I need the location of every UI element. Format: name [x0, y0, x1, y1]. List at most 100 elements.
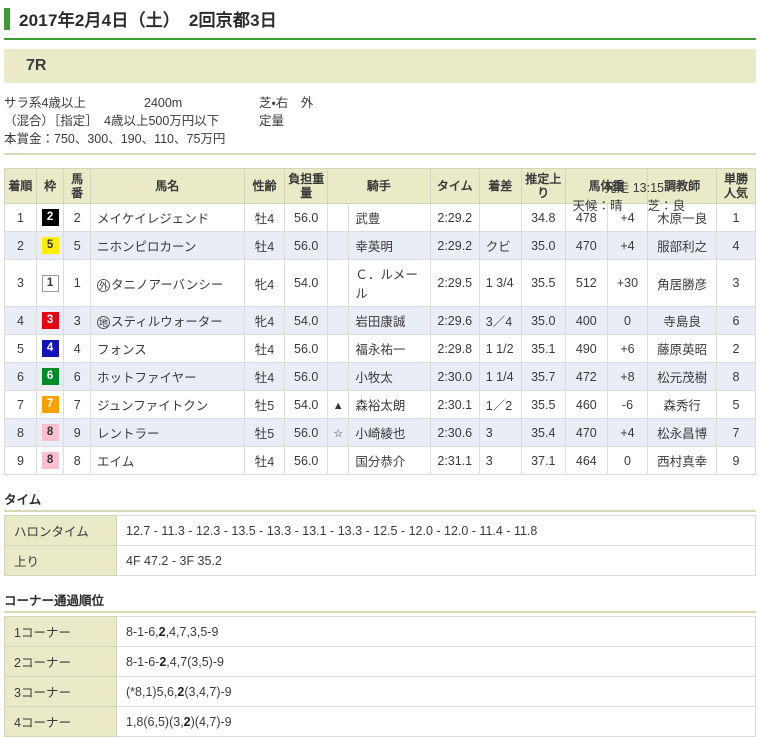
cell-rank: 4	[4, 306, 37, 335]
cell-sex-age: 牡5	[243, 390, 286, 419]
cell-rank: 7	[4, 390, 37, 419]
horse-origin-tag: 地	[97, 316, 110, 330]
cell-jockey[interactable]: 幸英明	[348, 231, 431, 260]
cell-horse-number: 5	[63, 231, 91, 260]
time-section-title: タイム	[4, 489, 756, 512]
corner-row-label: 3コーナー	[4, 676, 117, 707]
cell-last-3f: 35.4	[520, 418, 566, 447]
cell-trainer[interactable]: 服部利之	[647, 231, 718, 260]
header-sex-age: 性齢	[243, 168, 286, 204]
cell-horse-name[interactable]: ニホンピロカーン	[90, 231, 245, 260]
corner-highlight-number: 2	[159, 654, 167, 669]
cell-horse-name[interactable]: 地スティルウォーター	[90, 306, 245, 335]
corner-row: 3コーナー (*8,1)5,6,2(3,4,7)-9	[4, 676, 756, 707]
cell-horse-name[interactable]: レントラー	[90, 418, 245, 447]
cell-carried-weight: 54.0	[284, 390, 328, 419]
cell-jockey-mark: ▲	[326, 390, 350, 419]
table-row: 2 5 5 ニホンピロカーン 牡4 56.0 幸英明 2:29.2 クビ 35.0 470 +4 服部利…	[4, 231, 756, 260]
time-row-value: 4F 47.2 - 3F 35.2	[116, 545, 756, 576]
cell-jockey-mark	[326, 306, 350, 335]
cell-last-3f: 35.1	[520, 334, 566, 363]
corner-row-value: (*8,1)5,6,2(3,4,7)-9	[116, 676, 756, 707]
cell-horse-weight: 400	[564, 306, 608, 335]
cell-last-3f: 34.8	[520, 203, 566, 232]
cell-margin: 1 1/4	[478, 362, 522, 391]
frame-number-chip: 1	[41, 274, 59, 292]
cell-carried-weight: 56.0	[284, 418, 328, 447]
cell-horse-weight-diff: +30	[606, 259, 649, 307]
cell-margin: 1／2	[478, 390, 522, 419]
cell-horse-name[interactable]: ジュンファイトクン	[90, 390, 245, 419]
cell-trainer[interactable]: 森秀行	[647, 390, 718, 419]
cell-jockey[interactable]: 岩田康誠	[348, 306, 431, 335]
cell-jockey[interactable]: 小牧太	[348, 362, 431, 391]
cell-frame: 2	[35, 203, 65, 232]
cell-popularity: 9	[716, 446, 756, 475]
cell-horse-name[interactable]: エイム	[90, 446, 245, 475]
cell-rank: 1	[4, 203, 37, 232]
cell-frame: 7	[35, 390, 65, 419]
cell-horse-name[interactable]: ホットファイヤー	[90, 362, 245, 391]
page-title: 2017年2月4日（土） 2回京都3日	[19, 11, 277, 30]
cell-trainer[interactable]: 松永昌博	[647, 418, 718, 447]
cell-frame: 4	[35, 334, 65, 363]
cell-horse-name[interactable]: 外タニノアーバンシー	[90, 259, 245, 307]
frame-number-chip: 4	[41, 340, 59, 357]
cell-rank: 8	[4, 418, 37, 447]
frame-number-chip: 2	[41, 209, 59, 226]
header-popularity: 単勝人気	[716, 168, 756, 204]
cell-trainer[interactable]: 西村真幸	[647, 446, 718, 475]
cell-sex-age: 牡5	[243, 418, 286, 447]
cell-horse-name[interactable]: フォンス	[90, 334, 245, 363]
cell-trainer[interactable]: 角居勝彦	[647, 259, 718, 307]
cell-sex-age: 牡4	[243, 334, 286, 363]
cell-jockey[interactable]: 武豊	[348, 203, 431, 232]
cell-last-3f: 35.7	[520, 362, 566, 391]
header-last-3f: 推定上り	[520, 168, 566, 204]
header-time: タイム	[429, 168, 480, 204]
cell-sex-age: 牝4	[243, 259, 286, 307]
cell-trainer[interactable]: 寺島良	[647, 306, 718, 335]
race-distance: 2400m	[144, 96, 183, 110]
cell-horse-number: 8	[63, 446, 91, 475]
cell-jockey[interactable]: 国分恭介	[348, 446, 431, 475]
cell-jockey[interactable]: 福永祐一	[348, 334, 431, 363]
race-restriction: （混合）［指定］ 4歳以上500万円以下	[4, 114, 220, 128]
apprentice-mark-icon: ▲	[332, 399, 344, 412]
cell-time: 2:31.1	[429, 446, 480, 475]
frame-number-chip: 7	[41, 396, 59, 413]
cell-carried-weight: 54.0	[284, 259, 328, 307]
page-title-bar: 2017年2月4日（土） 2回京都3日	[4, 0, 756, 40]
cell-jockey[interactable]: Ｃ．ルメール	[348, 259, 431, 307]
table-row: 7 7 7 ジュンファイトクン 牡5 54.0 ▲ 森裕太朗 2:30.1 1／2 35.5 460-…	[4, 390, 756, 419]
cell-time: 2:29.5	[429, 259, 480, 307]
cell-horse-weight: 472	[564, 362, 608, 391]
table-row: 4 3 3 地スティルウォーター 牝4 54.0 岩田康誠 2:29.6 3／4 35.0 400 0…	[4, 306, 756, 335]
cell-sex-age: 牡4	[243, 446, 286, 475]
corner-highlight-number: 2	[177, 684, 185, 699]
cell-horse-weight-diff: +4	[606, 231, 649, 260]
table-row: 9 8 8 エイム 牡4 56.0 国分恭介 2:31.1 3 37.1 464 0 西村真幸 9	[4, 446, 756, 475]
frame-number-chip: 8	[41, 452, 59, 469]
corner-row-value: 1,8(6,5)(3,2)(4,7)-9	[116, 706, 756, 737]
cell-jockey[interactable]: 森裕太朗	[348, 390, 431, 419]
cell-popularity: 1	[716, 203, 756, 232]
cell-last-3f: 35.0	[520, 306, 566, 335]
corner-row-value: 8-1-6-2,4,7(3,5)-9	[116, 646, 756, 677]
corner-row: 4コーナー 1,8(6,5)(3,2)(4,7)-9	[4, 706, 756, 737]
cell-trainer[interactable]: 藤原英昭	[647, 334, 718, 363]
corner-row: 2コーナー 8-1-6-2,4,7(3,5)-9	[4, 646, 756, 677]
cell-jockey[interactable]: 小崎綾也	[348, 418, 431, 447]
cell-horse-number: 9	[63, 418, 91, 447]
frame-number-chip: 8	[41, 424, 59, 441]
cell-rank: 9	[4, 446, 37, 475]
cell-jockey-mark	[326, 334, 350, 363]
header-horse-name: 馬名	[90, 168, 245, 204]
cell-margin	[478, 203, 522, 232]
cell-horse-number: 2	[63, 203, 91, 232]
corner-row-label: 2コーナー	[4, 646, 117, 677]
cell-trainer[interactable]: 松元茂樹	[647, 362, 718, 391]
cell-horse-weight-diff: 0	[606, 306, 649, 335]
cell-horse-name[interactable]: メイケイレジェンド	[90, 203, 245, 232]
frame-number-chip: 5	[41, 237, 59, 254]
